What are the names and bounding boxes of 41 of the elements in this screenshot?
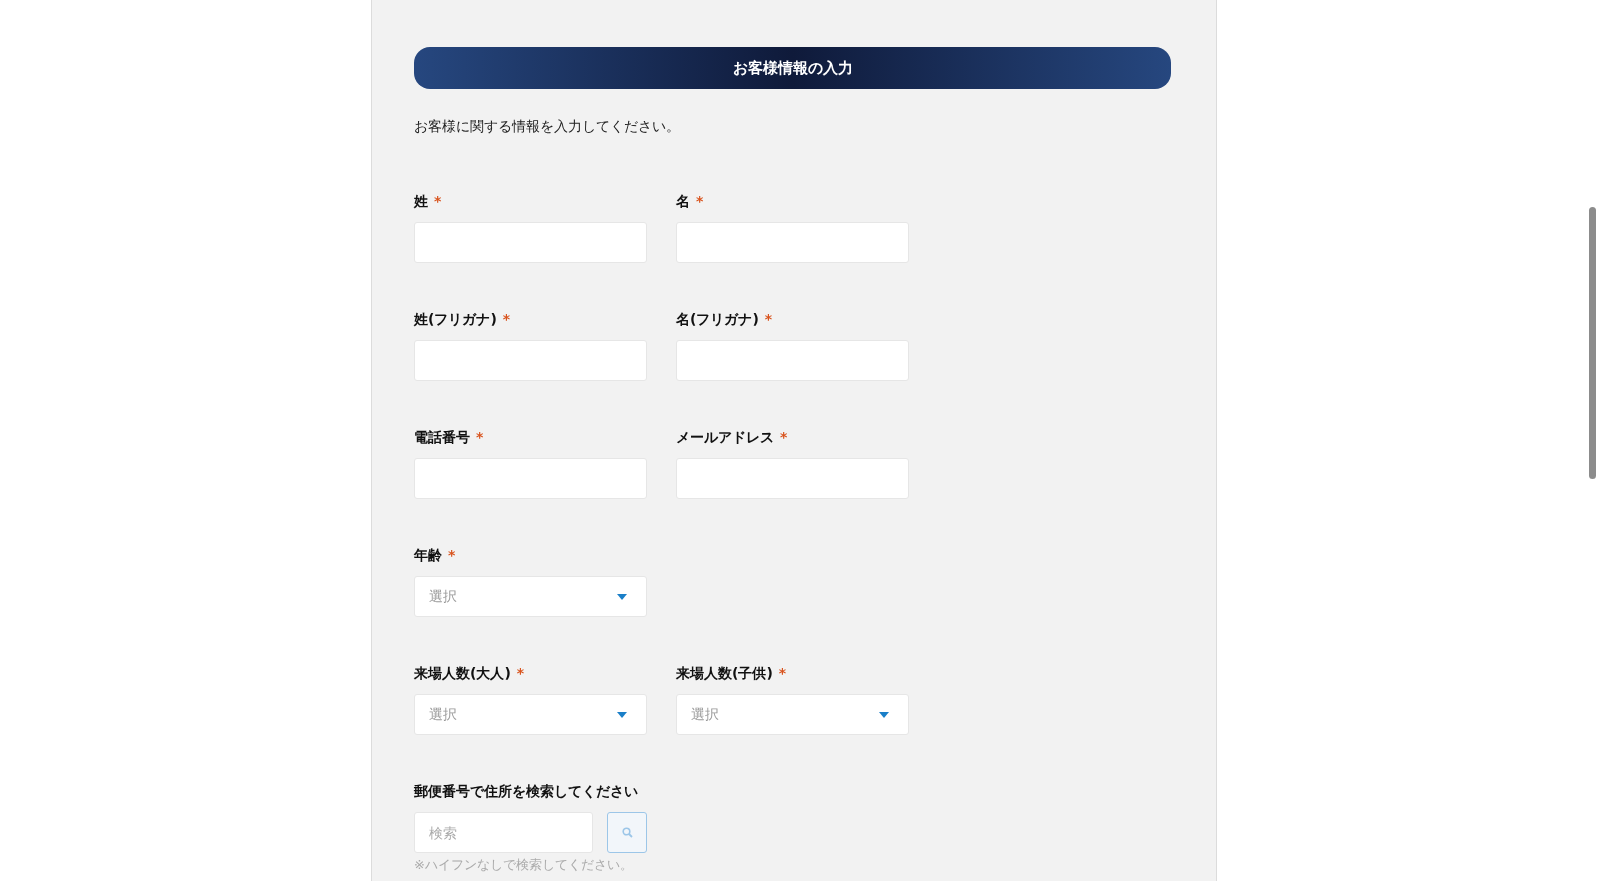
caret-icon — [617, 711, 627, 718]
field-label: メールアドレス — [676, 427, 774, 447]
select-placeholder: 選択 — [691, 705, 719, 724]
select-field[interactable]: 選択 — [414, 576, 647, 617]
intro-text: お客様に関する情報を入力してください。 — [414, 117, 681, 136]
required-mark: * — [764, 309, 773, 329]
field-label: 電話番号 — [414, 427, 470, 447]
text-field[interactable] — [676, 340, 909, 381]
text-field[interactable] — [414, 458, 647, 499]
text-field[interactable] — [676, 458, 909, 499]
required-mark: * — [434, 191, 442, 211]
required-mark: * — [516, 663, 525, 683]
field-label: 名 — [676, 191, 690, 211]
field-label: 来場人数(子供) — [676, 663, 773, 683]
text-field[interactable] — [414, 340, 647, 381]
field-label: 年齢 — [414, 545, 442, 565]
text-field[interactable] — [414, 222, 647, 263]
hint-text: ※ハイフンなしで検索してください。 — [414, 856, 634, 874]
select-field[interactable]: 選択 — [676, 694, 909, 735]
postal-search-field[interactable]: 検索 — [414, 812, 593, 853]
text-field[interactable] — [676, 222, 909, 263]
field-label: 姓(フリガナ) — [414, 309, 497, 329]
search-icon — [621, 827, 633, 838]
required-mark: * — [696, 191, 704, 211]
field-label: 姓 — [414, 191, 428, 211]
section-title: お客様情報の入力 — [732, 57, 853, 79]
select-field[interactable]: 選択 — [414, 694, 647, 735]
required-mark: * — [448, 545, 456, 565]
search-button[interactable] — [607, 812, 647, 853]
caret-icon — [879, 711, 889, 718]
field-label: 来場人数(大人) — [414, 663, 511, 683]
required-mark: * — [780, 427, 788, 447]
required-mark: * — [778, 663, 787, 683]
field-label: 郵便番号で住所を検索してください — [414, 781, 638, 801]
scrollbar[interactable] — [1589, 207, 1596, 479]
caret-icon — [617, 593, 627, 600]
required-mark: * — [476, 427, 484, 447]
select-placeholder: 選択 — [429, 705, 457, 724]
required-mark: * — [502, 309, 511, 329]
field-label: 名(フリガナ) — [676, 309, 759, 329]
select-placeholder: 選択 — [429, 587, 457, 606]
